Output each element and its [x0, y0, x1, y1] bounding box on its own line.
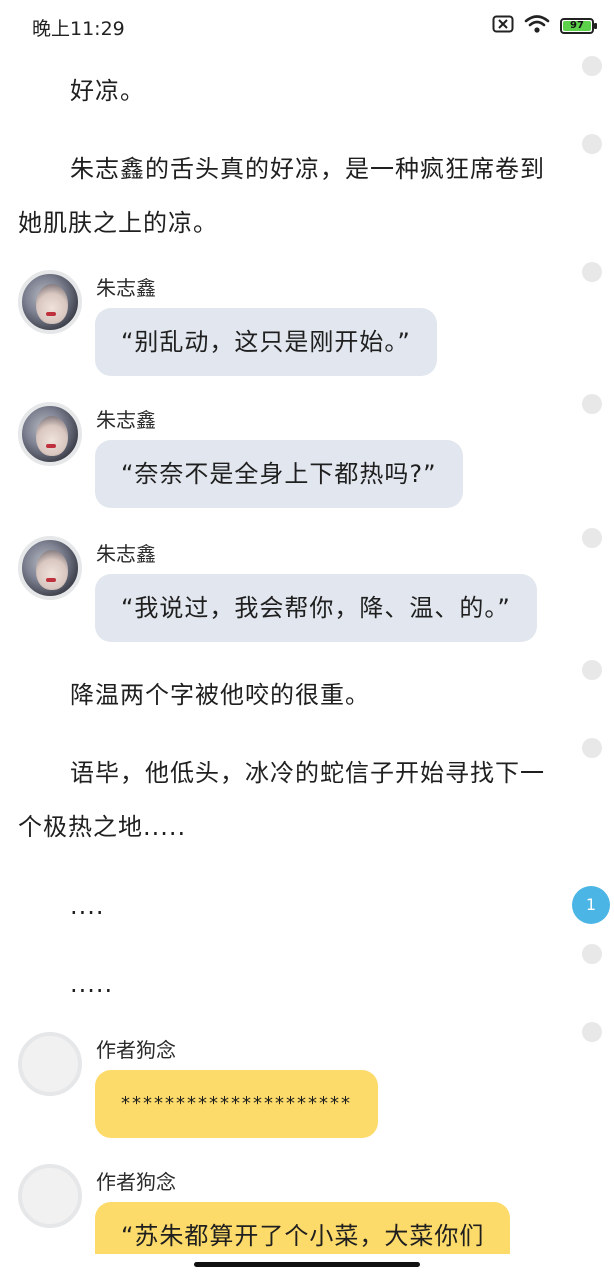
paragraph-1: 好凉。	[70, 77, 145, 105]
home-indicator[interactable]	[194, 1262, 420, 1267]
speaker-name: 作者狗念	[96, 1170, 176, 1194]
message-bubble: “奈奈不是全身上下都热吗?”	[95, 440, 463, 508]
avatar[interactable]	[18, 402, 82, 466]
paragraph-comment-marker[interactable]	[582, 56, 602, 76]
message-bubble: “我说过，我会帮你，降、温、的。”	[95, 574, 537, 642]
comment-count-badge[interactable]: 1	[572, 886, 610, 924]
bottom-fade	[0, 1254, 614, 1280]
paragraph-comment-marker[interactable]	[582, 394, 602, 414]
status-time: 晚上11:29	[32, 18, 125, 40]
paragraph-comment-marker[interactable]	[582, 262, 602, 282]
speaker-name: 朱志鑫	[96, 542, 156, 566]
avatar[interactable]	[18, 536, 82, 600]
close-box-icon	[492, 15, 514, 37]
battery-level: 97	[563, 21, 591, 31]
paragraph-comment-marker[interactable]	[582, 528, 602, 548]
paragraph-2: 朱志鑫的舌头真的好凉，是一种疯狂席卷到她肌肤之上的凉。	[18, 155, 545, 237]
status-icons: 97	[492, 14, 597, 38]
paragraph-comment-marker[interactable]	[582, 1022, 602, 1042]
speaker-name: 作者狗念	[96, 1038, 176, 1062]
avatar[interactable]	[18, 270, 82, 334]
chat-message-2: 朱志鑫 “奈奈不是全身上下都热吗?”	[18, 402, 578, 512]
paragraph-4: 语毕，他低头，冰冷的蛇信子开始寻找下一个极热之地.....	[18, 759, 545, 841]
author-avatar[interactable]	[18, 1032, 82, 1096]
paragraph-comment-marker[interactable]	[582, 134, 602, 154]
chat-message-1: 朱志鑫 “别乱动，这只是刚开始。”	[18, 270, 578, 380]
wifi-icon	[524, 14, 550, 38]
chat-message-4: 作者狗念 *********************	[18, 1032, 578, 1142]
paragraph-comment-marker[interactable]	[582, 660, 602, 680]
paragraph-comment-marker[interactable]	[582, 944, 602, 964]
battery-icon: 97	[560, 18, 597, 34]
chat-message-3: 朱志鑫 “我说过，我会帮你，降、温、的。”	[18, 536, 578, 646]
speaker-name: 朱志鑫	[96, 408, 156, 432]
paragraph-3: 降温两个字被他咬的很重。	[70, 681, 370, 709]
status-bar: 晚上11:29 97	[0, 0, 614, 54]
paragraph-5: ....	[70, 892, 105, 920]
author-avatar[interactable]	[18, 1164, 82, 1228]
speaker-name: 朱志鑫	[96, 276, 156, 300]
message-bubble: *********************	[95, 1070, 378, 1138]
paragraph-6: .....	[70, 970, 114, 998]
message-bubble: “别乱动，这只是刚开始。”	[95, 308, 437, 376]
paragraph-comment-marker[interactable]	[582, 738, 602, 758]
